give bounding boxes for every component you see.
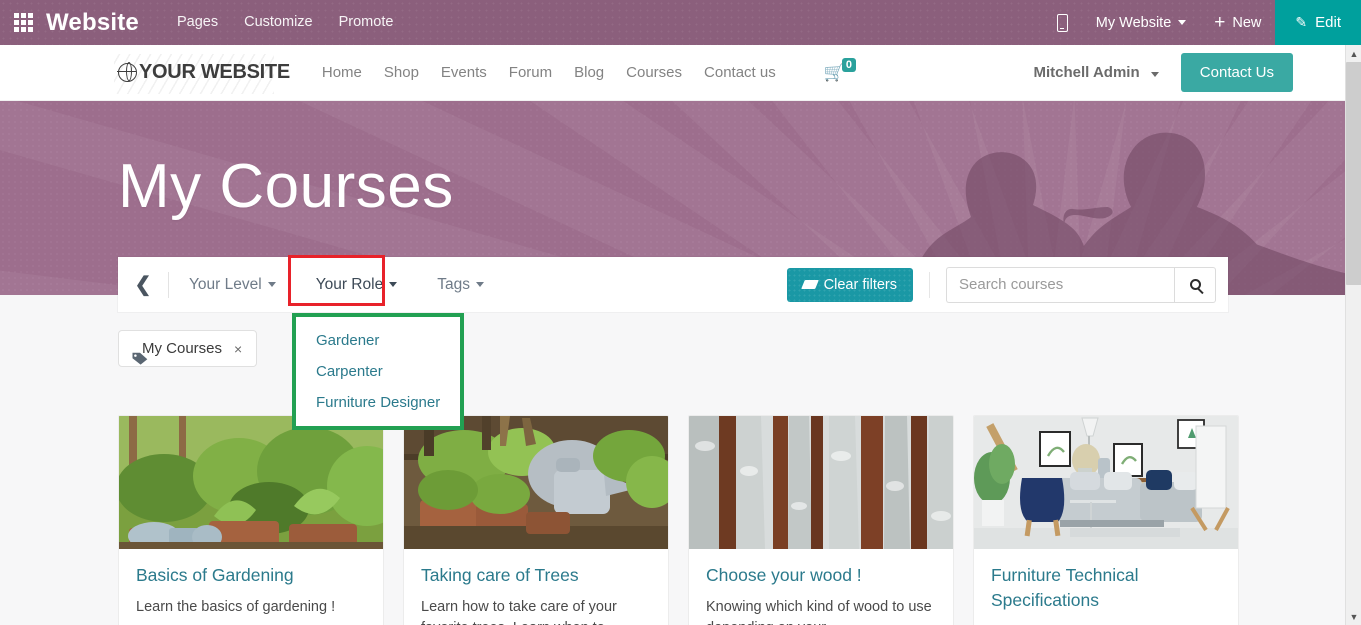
chevron-left-icon[interactable]: ❮ xyxy=(118,257,168,312)
page-title: My Courses xyxy=(118,152,454,221)
nav-item-events[interactable]: Events xyxy=(441,64,487,81)
role-option-gardener[interactable]: Gardener xyxy=(296,325,460,356)
odoo-top-bar: Website Pages Customize Promote My Websi… xyxy=(0,0,1361,45)
divider xyxy=(929,271,930,298)
search-button[interactable] xyxy=(1174,266,1216,303)
website-selector-label: My Website xyxy=(1095,14,1172,31)
search-input[interactable] xyxy=(946,266,1174,303)
filter-dropdown-your-level[interactable]: Your Level xyxy=(169,257,296,312)
mobile-phone-icon xyxy=(1056,13,1068,32)
filter-dropdown-your-role-label: Your Role xyxy=(315,275,384,293)
menu-item-pages[interactable]: Pages xyxy=(177,0,218,45)
course-title[interactable]: Furniture Technical Specifications xyxy=(991,563,1221,614)
filter-dropdown-your-role[interactable]: Your Role xyxy=(296,257,418,312)
clear-filters-label: Clear filters xyxy=(823,276,897,293)
course-description: Learn how to take care of your favorite … xyxy=(421,599,617,625)
cart-button[interactable]: 🛒 0 xyxy=(824,57,859,83)
filter-dropdown-tags[interactable]: Tags xyxy=(417,257,504,312)
course-title[interactable]: Basics of Gardening xyxy=(136,563,366,588)
cart-count-badge: 0 xyxy=(841,57,857,72)
chevron-down-icon xyxy=(475,282,484,287)
course-title[interactable]: Taking care of Trees xyxy=(421,563,651,588)
odoo-app-title: Website xyxy=(46,9,139,36)
nav-item-blog[interactable]: Blog xyxy=(574,64,604,81)
user-menu-label: Mitchell Admin xyxy=(1033,64,1140,81)
nav-item-forum[interactable]: Forum xyxy=(509,64,552,81)
apps-grid-icon[interactable] xyxy=(0,0,46,45)
course-card[interactable]: Furniture Technical Specifications xyxy=(973,415,1239,625)
menu-item-customize[interactable]: Customize xyxy=(244,0,313,45)
nav-item-contact-us[interactable]: Contact us xyxy=(704,64,776,81)
eraser-icon xyxy=(800,280,819,289)
course-filter-bar: ❮ Your Level Your Role Tags Clear filter… xyxy=(118,257,1228,312)
course-title[interactable]: Choose your wood ! xyxy=(706,563,936,588)
nav-item-courses[interactable]: Courses xyxy=(626,64,682,81)
course-description: Knowing which kind of wood to use depend… xyxy=(706,599,932,625)
mobile-preview-button[interactable] xyxy=(1043,0,1082,45)
pencil-icon: ✎ xyxy=(1295,14,1308,30)
site-logo-text: YOUR WEBSITE xyxy=(139,61,290,83)
role-option-carpenter[interactable]: Carpenter xyxy=(296,356,460,387)
active-filters-row: My Courses × xyxy=(118,330,258,367)
contact-us-button[interactable]: Contact Us xyxy=(1180,53,1293,92)
scrollbar-thumb[interactable] xyxy=(1346,62,1361,285)
website-header: YOUR WEBSITE Home Shop Events Forum Blog… xyxy=(0,45,1345,101)
site-nav: Home Shop Events Forum Blog Courses Cont… xyxy=(322,57,859,83)
course-card[interactable]: Choose your wood ! Knowing which kind of… xyxy=(688,415,954,625)
course-card-body: Furniture Technical Specifications xyxy=(974,549,1238,625)
filter-dropdown-your-level-label: Your Level xyxy=(189,275,262,293)
user-menu[interactable]: Mitchell Admin xyxy=(1034,64,1159,81)
vertical-scrollbar[interactable]: ▲ ▼ xyxy=(1345,45,1361,625)
magnifier-icon xyxy=(1189,279,1201,290)
menu-item-promote[interactable]: Promote xyxy=(339,0,394,45)
nav-item-home[interactable]: Home xyxy=(322,64,362,81)
course-description: Learn the basics of gardening ! xyxy=(136,599,336,616)
course-image-taking-care-of-trees xyxy=(404,416,668,549)
active-tag-label: My Courses xyxy=(142,340,223,357)
course-image-furniture-technical-specifications xyxy=(974,416,1238,549)
course-card-body: Choose your wood ! Knowing which kind of… xyxy=(689,549,953,625)
chevron-down-icon[interactable]: ▼ xyxy=(1346,608,1361,625)
filter-dropdown-tags-label: Tags xyxy=(437,275,470,293)
active-tag-my-courses[interactable]: My Courses × xyxy=(118,330,258,367)
your-role-dropdown-menu: Gardener Carpenter Furniture Designer xyxy=(292,313,464,430)
course-card-body: Basics of Gardening Learn the basics of … xyxy=(119,549,383,625)
website-header-right: Mitchell Admin Contact Us xyxy=(1034,53,1293,92)
course-card-grid: Basics of Gardening Learn the basics of … xyxy=(118,415,1239,625)
chevron-down-icon xyxy=(389,282,398,287)
course-search xyxy=(946,266,1216,303)
site-logo[interactable]: YOUR WEBSITE xyxy=(114,54,290,94)
edit-button-label: Edit xyxy=(1315,14,1341,31)
chevron-up-icon[interactable]: ▲ xyxy=(1346,45,1361,62)
filter-bar-right: Clear filters xyxy=(786,266,1228,303)
chevron-down-icon xyxy=(1150,72,1159,77)
close-icon[interactable]: × xyxy=(234,341,242,357)
chevron-down-icon xyxy=(1178,20,1187,25)
course-image-choose-your-wood xyxy=(689,416,953,549)
website-selector[interactable]: My Website xyxy=(1082,0,1200,45)
odoo-top-bar-right: My Website + New ✎ Edit xyxy=(1043,0,1361,45)
new-button-label: New xyxy=(1232,14,1262,31)
chevron-down-icon xyxy=(267,282,276,287)
course-card-body: Taking care of Trees Learn how to take c… xyxy=(404,549,668,625)
course-card[interactable]: Basics of Gardening Learn the basics of … xyxy=(118,415,384,625)
clear-filters-button[interactable]: Clear filters xyxy=(786,267,913,302)
plus-icon: + xyxy=(1214,12,1226,33)
globe-icon xyxy=(117,62,137,82)
nav-item-shop[interactable]: Shop xyxy=(384,64,419,81)
role-option-furniture-designer[interactable]: Furniture Designer xyxy=(296,387,460,418)
edit-button[interactable]: ✎ Edit xyxy=(1275,0,1361,45)
odoo-menu: Pages Customize Promote xyxy=(177,0,393,45)
page-root: Website Pages Customize Promote My Websi… xyxy=(0,0,1361,625)
content-area: ❮ Your Level Your Role Tags Clear filter… xyxy=(0,255,1345,625)
course-card[interactable]: Taking care of Trees Learn how to take c… xyxy=(403,415,669,625)
course-image-basics-of-gardening xyxy=(119,416,383,549)
new-button[interactable]: + New xyxy=(1200,0,1275,45)
